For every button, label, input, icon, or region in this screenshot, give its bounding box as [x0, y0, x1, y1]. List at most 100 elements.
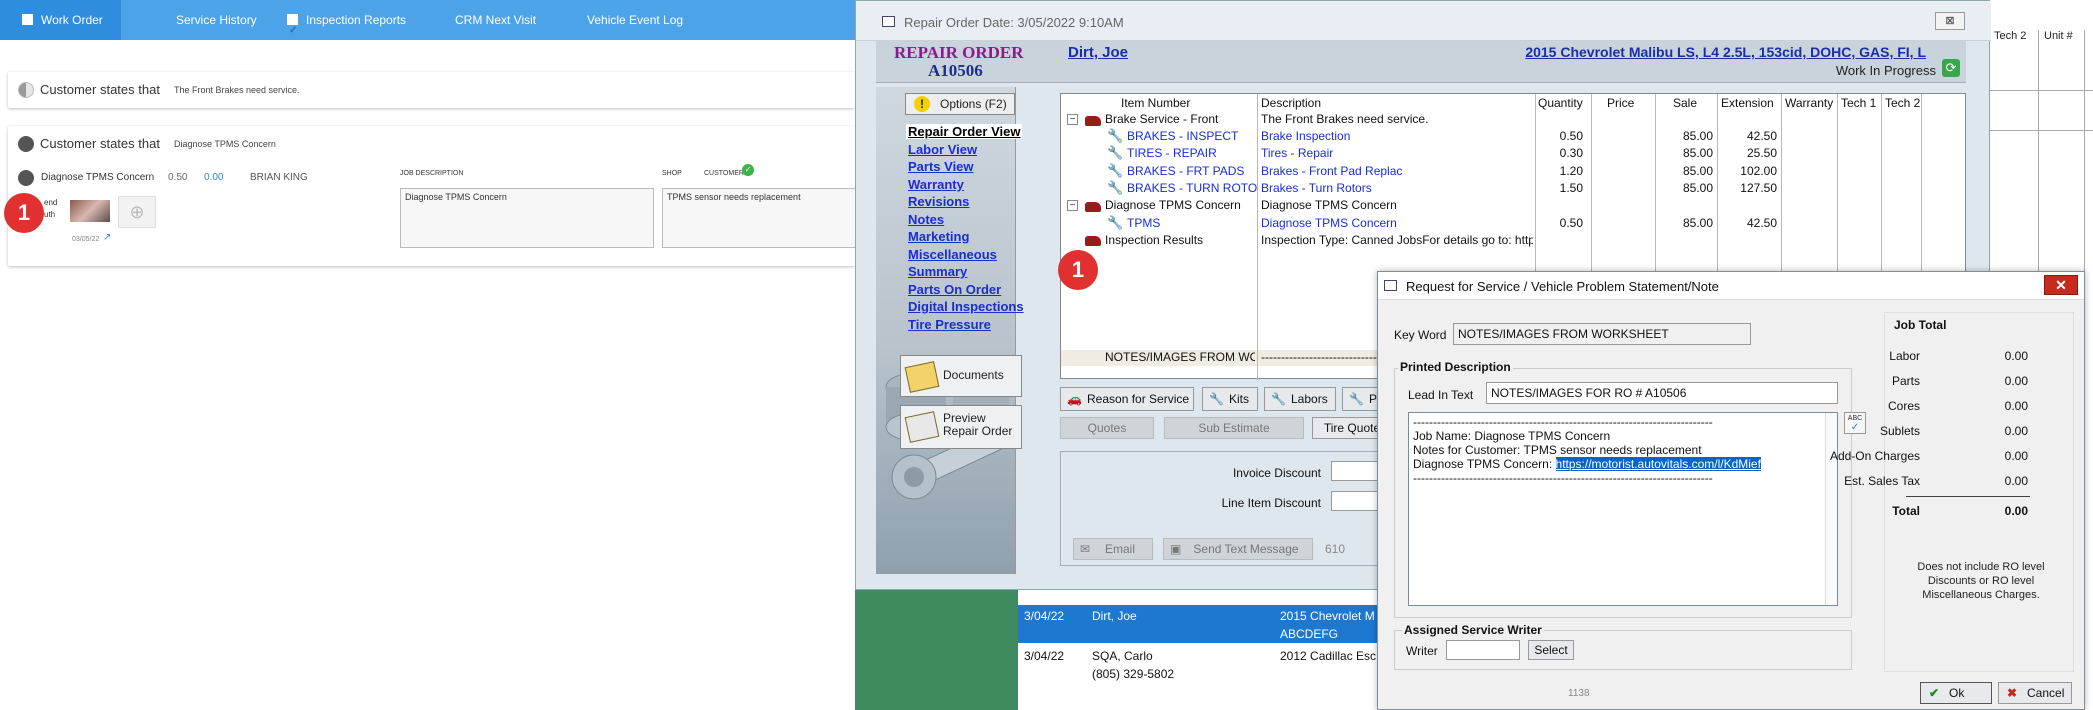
dialog-icon: [1384, 280, 1397, 291]
table-row-description[interactable]: Tires - Repair: [1261, 146, 1333, 160]
customer-link[interactable]: Dirt, Joe: [1068, 44, 1128, 61]
table-row-item[interactable]: Inspection Results: [1105, 233, 1203, 247]
sidebar-item-labor-view[interactable]: Labor View: [908, 142, 977, 157]
header-tech-1[interactable]: Tech 1: [1841, 96, 1876, 110]
ro-list-row[interactable]: 3/04/22 SQA, Carlo (805) 329-5802 2012 C…: [1018, 645, 1385, 685]
sidebar-item-parts-view[interactable]: Parts View: [908, 159, 974, 174]
header-sale[interactable]: Sale: [1673, 96, 1697, 110]
table-row-description[interactable]: The Front Brakes need service.: [1261, 112, 1428, 126]
cancel-button[interactable]: ✖ Cancel: [1998, 682, 2072, 704]
service-writer-label: Assigned Service Writer: [1402, 623, 1544, 637]
share-icon[interactable]: ↗: [103, 232, 111, 243]
parts-button[interactable]: 🔧 P: [1342, 387, 1382, 411]
memo-text: Diagnose TPMS Concern:: [1413, 457, 1556, 471]
inspection-photo-thumbnail[interactable]: [70, 200, 110, 222]
table-row-item[interactable]: BRAKES - TURN ROTO: [1127, 181, 1257, 195]
table-row-description[interactable]: Brakes - Front Pad Replac: [1261, 164, 1402, 178]
keyword-field[interactable]: NOTES/IMAGES FROM WORKSHEET: [1453, 323, 1751, 345]
ro-list-row[interactable]: 3/04/22 Dirt, Joe 2015 Chevrolet M ABCDE…: [1018, 605, 1385, 643]
ro-date: 3/04/22: [1024, 649, 1065, 663]
header-price[interactable]: Price: [1607, 96, 1634, 110]
table-row-item[interactable]: BRAKES - FRT PADS: [1127, 164, 1244, 178]
sidebar-item-repair-order-view[interactable]: Repair Order View: [906, 124, 1023, 139]
memo-url-link[interactable]: https://motorist.autovitals.com/l/KdMief: [1555, 457, 1761, 471]
lead-in-field[interactable]: NOTES/IMAGES FOR RO # A10506: [1486, 382, 1838, 404]
tab-work-order[interactable]: Work Order: [0, 0, 121, 40]
table-row-description[interactable]: Brakes - Turn Rotors: [1261, 181, 1372, 195]
ok-button[interactable]: ✔ Ok: [1920, 682, 1992, 704]
line-item-discount-label: Line Item Discount: [1221, 496, 1321, 510]
tab-service-history[interactable]: Service History: [176, 0, 257, 40]
memo-line: Notes for Customer: TPMS sensor needs re…: [1413, 443, 1702, 457]
labors-button[interactable]: 🔧 Labors: [1264, 387, 1336, 411]
table-row-description[interactable]: Inspection Type: Canned JobsFor details …: [1261, 233, 1533, 247]
sidebar-item-revisions[interactable]: Revisions: [908, 194, 969, 209]
send-label[interactable]: end: [44, 198, 57, 207]
writer-field[interactable]: [1446, 640, 1520, 660]
ro-header: REPAIR ORDER A10506 Dirt, Joe 2015 Chevr…: [876, 41, 1966, 83]
wrench-icon: 🔧: [1107, 215, 1124, 230]
collapse-icon[interactable]: −: [1067, 114, 1078, 125]
header-warranty[interactable]: Warranty: [1785, 96, 1833, 110]
options-button[interactable]: ! Options (F2): [905, 93, 1015, 115]
close-icon[interactable]: ✕: [2044, 275, 2078, 295]
sidebar-item-parts-on-order[interactable]: Parts On Order: [908, 282, 1001, 297]
sub-estimate-button[interactable]: Sub Estimate: [1164, 417, 1304, 439]
refresh-icon[interactable]: ⟳: [1942, 59, 1960, 77]
table-row-extension: 25.50: [1746, 146, 1777, 160]
header-extension[interactable]: Extension: [1721, 96, 1774, 110]
tab-label: CRM Next Visit: [455, 13, 537, 27]
table-row-item[interactable]: Diagnose TPMS Concern: [1105, 198, 1241, 212]
work-order-checkbox[interactable]: [22, 14, 33, 25]
header-item-number[interactable]: Item Number: [1121, 96, 1190, 110]
add-photo-icon[interactable]: ⊕: [118, 196, 156, 228]
header-quantity[interactable]: Quantity: [1538, 96, 1583, 110]
sidebar-item-miscellaneous[interactable]: Miscellaneous: [908, 247, 997, 262]
sidebar-item-digital-inspections[interactable]: Digital Inspections: [908, 299, 1024, 314]
header-tech-2[interactable]: Tech 2: [1885, 96, 1920, 110]
window-icon: [882, 16, 895, 27]
job-name[interactable]: Diagnose TPMS Concern: [41, 172, 154, 183]
send-text-message-button[interactable]: ▣ Send Text Message: [1163, 538, 1313, 560]
vehicle-link[interactable]: 2015 Chevrolet Malibu LS, L4 2.5L, 153ci…: [1525, 44, 1926, 60]
table-row-description[interactable]: Diagnose TPMS Concern: [1261, 198, 1397, 212]
close-icon[interactable]: ⊠: [1935, 12, 1965, 30]
preview-repair-order-button[interactable]: Preview Repair Order: [900, 405, 1022, 449]
tab-crm-next-visit[interactable]: CRM Next Visit: [455, 0, 536, 40]
auth-label[interactable]: uth: [44, 210, 55, 219]
button-label: Ok: [1949, 686, 1965, 700]
select-button[interactable]: Select: [1528, 640, 1574, 660]
table-row-description[interactable]: Diagnose TPMS Concern: [1261, 216, 1397, 230]
tab-label: Vehicle Event Log: [587, 13, 684, 27]
collapse-icon[interactable]: −: [1067, 200, 1078, 211]
sidebar-item-marketing[interactable]: Marketing: [908, 229, 969, 244]
inspection-reports-checkbox[interactable]: [287, 11, 298, 51]
table-row-item[interactable]: BRAKES - INSPECT: [1127, 129, 1238, 143]
sidebar-item-summary[interactable]: Summary: [908, 264, 967, 279]
email-button[interactable]: ✉ Email: [1073, 538, 1153, 560]
description-memo[interactable]: ----------------------------------------…: [1408, 412, 1838, 606]
tab-vehicle-event-log[interactable]: Vehicle Event Log: [587, 0, 683, 40]
quotes-button[interactable]: Quotes: [1060, 417, 1154, 439]
table-row-item[interactable]: Brake Service - Front: [1105, 112, 1218, 126]
sidebar-item-warranty[interactable]: Warranty: [908, 177, 964, 192]
table-row-item[interactable]: NOTES/IMAGES FROM WOR: [1105, 350, 1255, 364]
table-row-description[interactable]: Brake Inspection: [1261, 129, 1350, 143]
button-label: Send Text Message: [1193, 542, 1299, 556]
window-title: Repair Order Date: 3/05/2022 9:10AM: [904, 15, 1124, 30]
table-row-item[interactable]: TIRES - REPAIR: [1127, 146, 1217, 160]
reason-for-service-button[interactable]: 🚗 Reason for Service: [1060, 387, 1194, 411]
documents-button[interactable]: Documents: [900, 355, 1022, 397]
kits-button[interactable]: 🔧 Kits: [1202, 387, 1258, 411]
sidebar-item-notes[interactable]: Notes: [908, 212, 944, 227]
ro-status: Work In Progress: [1835, 63, 1936, 78]
top-navigation-bar: Work Order Service History Inspection Re…: [0, 0, 855, 51]
table-row-item[interactable]: TPMS: [1127, 216, 1160, 230]
sidebar-item-tire-pressure[interactable]: Tire Pressure: [908, 317, 991, 332]
customer-notes-field[interactable]: TPMS sensor needs replacement: [662, 188, 862, 248]
ro-plate: ABCDEFG: [1280, 627, 1339, 641]
job-description-field[interactable]: Diagnose TPMS Concern: [400, 188, 654, 248]
header-description[interactable]: Description: [1261, 96, 1321, 110]
tab-inspection-reports[interactable]: Inspection Reports: [287, 0, 406, 51]
memo-line: Diagnose TPMS Concern: https://motorist.…: [1413, 457, 1833, 471]
